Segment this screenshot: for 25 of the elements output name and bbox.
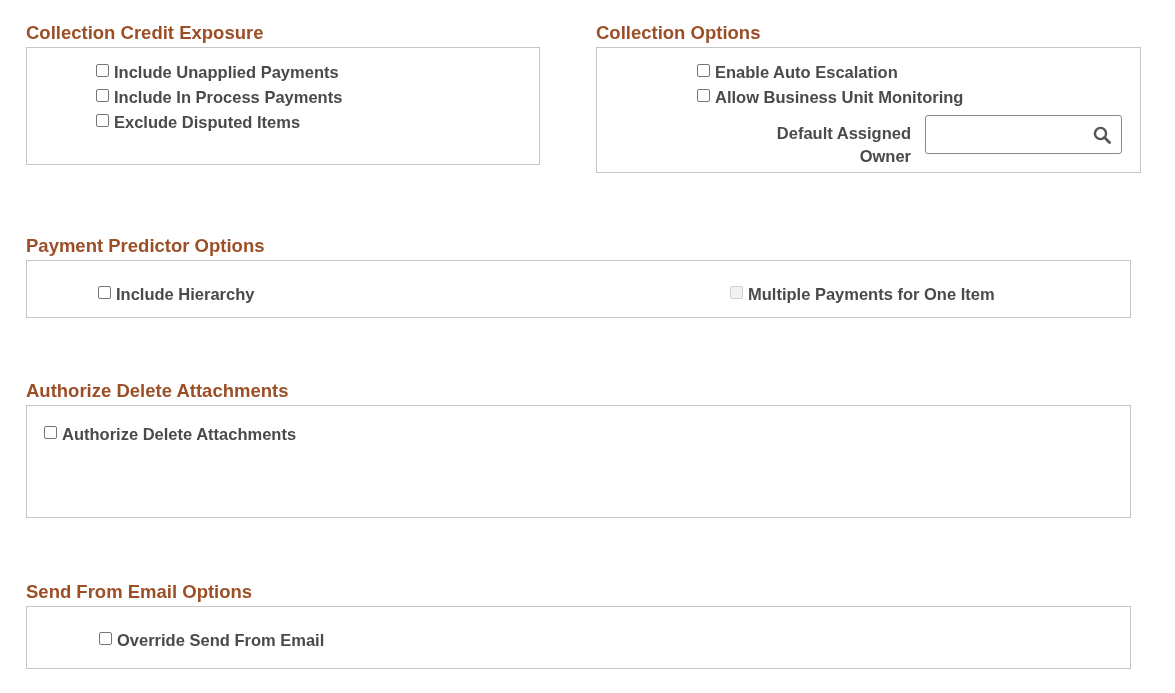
checkbox[interactable] xyxy=(98,286,111,299)
checkbox-label: Include Unapplied Payments xyxy=(114,63,339,82)
section-title: Payment Predictor Options xyxy=(26,234,266,258)
checkbox[interactable] xyxy=(99,632,112,645)
checkbox[interactable] xyxy=(96,89,109,102)
checkbox-label: Allow Business Unit Monitoring xyxy=(715,88,964,107)
section-title: Authorize Delete Attachments xyxy=(26,379,290,403)
search-icon[interactable] xyxy=(1093,125,1111,144)
checkbox-label: Multiple Payments for One Item xyxy=(748,285,995,304)
section-title: Send From Email Options xyxy=(26,580,254,604)
checkbox-label: Exclude Disputed Items xyxy=(114,113,301,132)
checkbox-label: Override Send From Email xyxy=(117,631,325,650)
lookup-field[interactable] xyxy=(925,115,1122,154)
checkbox-label: Include Hierarchy xyxy=(116,285,255,304)
section-title: Collection Options xyxy=(596,21,762,45)
checkbox-label: Enable Auto Escalation xyxy=(715,63,898,82)
checkbox[interactable] xyxy=(44,426,57,439)
checkbox-label: Authorize Delete Attachments xyxy=(62,425,297,444)
checkbox[interactable] xyxy=(96,64,109,77)
checkbox[interactable] xyxy=(697,64,710,77)
field-label: Default Assigned Owner xyxy=(775,123,911,167)
section-title: Collection Credit Exposure xyxy=(26,21,265,45)
checkbox[interactable] xyxy=(96,114,109,127)
checkbox[interactable] xyxy=(697,89,710,102)
checkbox-label: Include In Process Payments xyxy=(114,88,343,107)
